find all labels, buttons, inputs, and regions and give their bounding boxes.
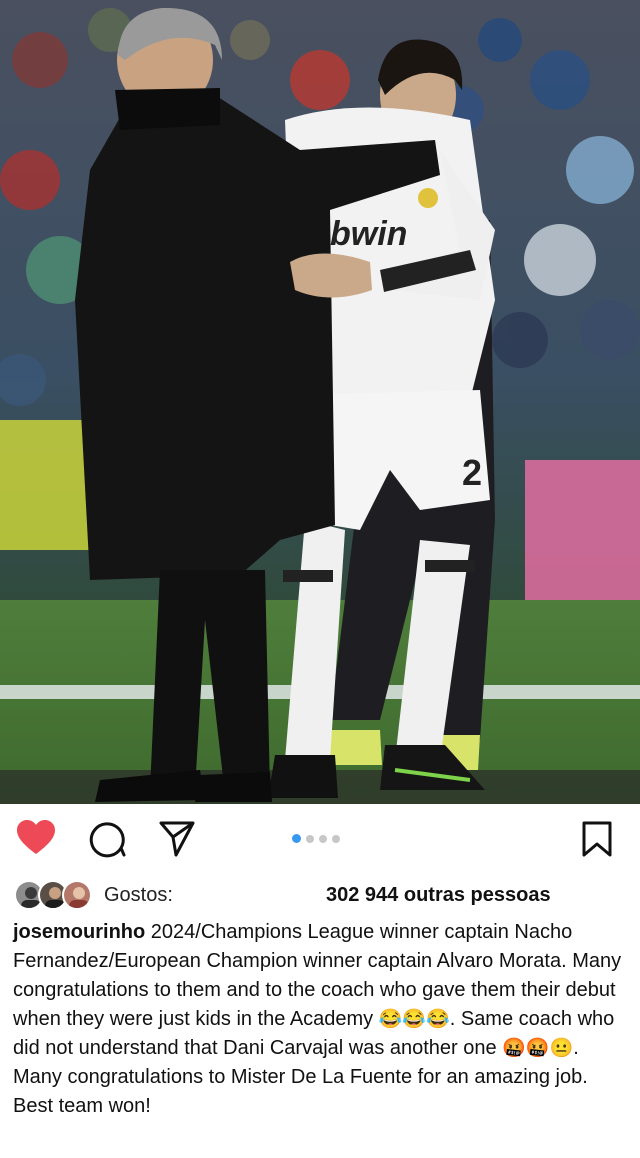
bookmark-icon[interactable]: [580, 820, 614, 863]
heart-icon[interactable]: [16, 820, 56, 861]
post-image: bwin 2: [0, 0, 640, 804]
likes-label: Gostos:: [104, 884, 173, 906]
liker-avatar[interactable]: [62, 880, 92, 910]
carousel-dot: [319, 835, 327, 843]
post-action-bar: [0, 812, 640, 870]
caption-username[interactable]: josemourinho: [13, 921, 145, 943]
likes-summary: Gostos: 302 944 outras pessoas: [0, 874, 640, 916]
caption-text: .: [573, 1037, 579, 1059]
laughing-emoji-icon: 😂😂😂: [378, 1009, 450, 1030]
angry-emoji-icon: 🤬🤬😐: [502, 1038, 574, 1059]
carousel-dot-active: [292, 834, 301, 843]
carousel-indicator: [292, 834, 352, 845]
likes-count-link[interactable]: 302 944 outras pessoas: [326, 884, 551, 907]
svg-text:bwin: bwin: [330, 215, 407, 253]
post-photo[interactable]: bwin 2: [0, 0, 640, 804]
svg-text:2: 2: [462, 452, 482, 493]
carousel-dot: [332, 835, 340, 843]
carousel-dot: [306, 835, 314, 843]
post-caption: josemourinho 2024/Champions League winne…: [13, 918, 625, 1121]
caption-text: Many congratulations to Mister De La Fue…: [13, 1066, 594, 1117]
paper-plane-icon[interactable]: [158, 820, 196, 863]
comment-icon[interactable]: [88, 820, 126, 863]
